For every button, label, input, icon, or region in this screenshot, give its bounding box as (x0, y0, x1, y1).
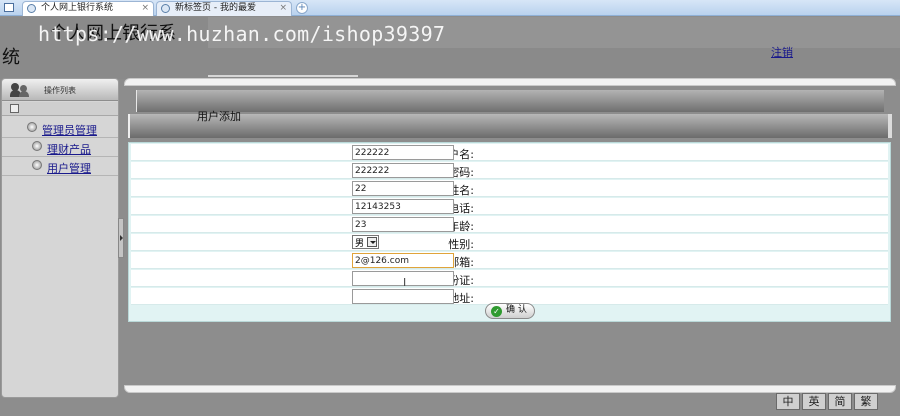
page-favicon-icon (27, 4, 36, 13)
tab-bank-system[interactable]: 个人网上银行系统 × (22, 1, 154, 16)
bullet-icon (32, 160, 42, 170)
dropdown-arrow-icon[interactable] (367, 237, 377, 247)
sidebar-item-label[interactable]: 用户管理 (47, 160, 91, 176)
sidebar-item-admin-management[interactable]: 管理员管理 (2, 119, 118, 138)
bullet-icon (27, 122, 37, 132)
close-tab-icon[interactable]: × (279, 2, 287, 15)
content-title-bar-lower (128, 114, 892, 138)
email-input[interactable] (352, 253, 454, 268)
lang-simplified-button[interactable]: 简 (828, 393, 852, 410)
sidebar-collapse-handle[interactable] (118, 218, 124, 258)
main-panel-bottom-edge (124, 385, 896, 393)
form-row-gender: 性别: 男 (131, 234, 888, 251)
form-row-phone: 电话: (131, 198, 888, 215)
form-row-name: 姓名: (131, 180, 888, 197)
sidebar-item-user-management[interactable]: 用户管理 (2, 157, 118, 176)
confirm-button-label: 确 认 (506, 305, 527, 315)
logout-link[interactable]: 注销 (771, 44, 793, 60)
close-tab-icon[interactable]: × (141, 2, 149, 15)
main-panel-top-edge (124, 78, 896, 86)
confirm-button[interactable]: ✓ 确 认 (485, 303, 535, 319)
lang-english-button[interactable]: 英 (802, 393, 826, 410)
sidebar-section[interactable] (2, 102, 118, 116)
gender-label: 性别: (448, 238, 474, 251)
form-row-email: 邮箱: (131, 252, 888, 269)
lang-chinese-button[interactable]: 中 (776, 393, 800, 410)
form-row-password: 密码: (131, 162, 888, 179)
lang-traditional-button[interactable]: 繁 (854, 393, 878, 410)
page-title: 用户添加 (197, 110, 241, 123)
gender-select[interactable]: 男 (352, 235, 379, 249)
gender-selected-value: 男 (355, 239, 365, 249)
sidebar-item-label[interactable]: 理财产品 (47, 141, 91, 157)
name-input[interactable] (352, 181, 454, 196)
tab-new-page[interactable]: 新标签页 - 我的最爱 × (156, 1, 292, 16)
header-divider (208, 75, 358, 77)
window-menu-icon[interactable] (4, 3, 14, 12)
bullet-icon (32, 141, 42, 151)
sidebar-item-label[interactable]: 管理员管理 (42, 122, 97, 138)
form-row-username: 用户名: (131, 144, 888, 161)
form-row-id-card: 身份证: (131, 270, 888, 287)
site-title-continued: 统 (2, 47, 20, 68)
browser-tab-bar: 个人网上银行系统 × 新标签页 - 我的最爱 × + (0, 0, 900, 16)
page-header: 个人网上银行系 统 https://www.huzhan.com/ishop39… (0, 17, 900, 79)
watermark-text: https://www.huzhan.com/ishop39397 (38, 22, 446, 46)
sidebar: 操作列表 管理员管理 理财产品 用户管理 (1, 78, 119, 398)
sidebar-header: 操作列表 (2, 79, 118, 101)
address-input[interactable] (352, 289, 454, 304)
password-input[interactable] (352, 163, 454, 178)
page-favicon-icon (161, 4, 170, 13)
sidebar-item-financial-products[interactable]: 理财产品 (2, 138, 118, 157)
age-input[interactable] (352, 217, 454, 232)
check-icon: ✓ (491, 306, 502, 317)
phone-input[interactable] (352, 199, 454, 214)
tab-label: 新标签页 - 我的最爱 (175, 3, 256, 13)
tab-label: 个人网上银行系统 (41, 3, 114, 13)
new-tab-icon[interactable]: + (296, 2, 308, 14)
form-row-age: 年龄: (131, 216, 888, 233)
user-add-form: 用户名: 密码: 姓名: 电话: 年龄: 性别: 男 邮箱: 身份证: 地址: (128, 142, 891, 322)
section-toggle-icon (10, 104, 19, 113)
username-input[interactable] (352, 145, 454, 160)
users-icon (10, 82, 30, 98)
content-title-bar (136, 90, 884, 112)
text-cursor-icon: I (403, 276, 407, 289)
sidebar-title: 操作列表 (44, 86, 76, 95)
